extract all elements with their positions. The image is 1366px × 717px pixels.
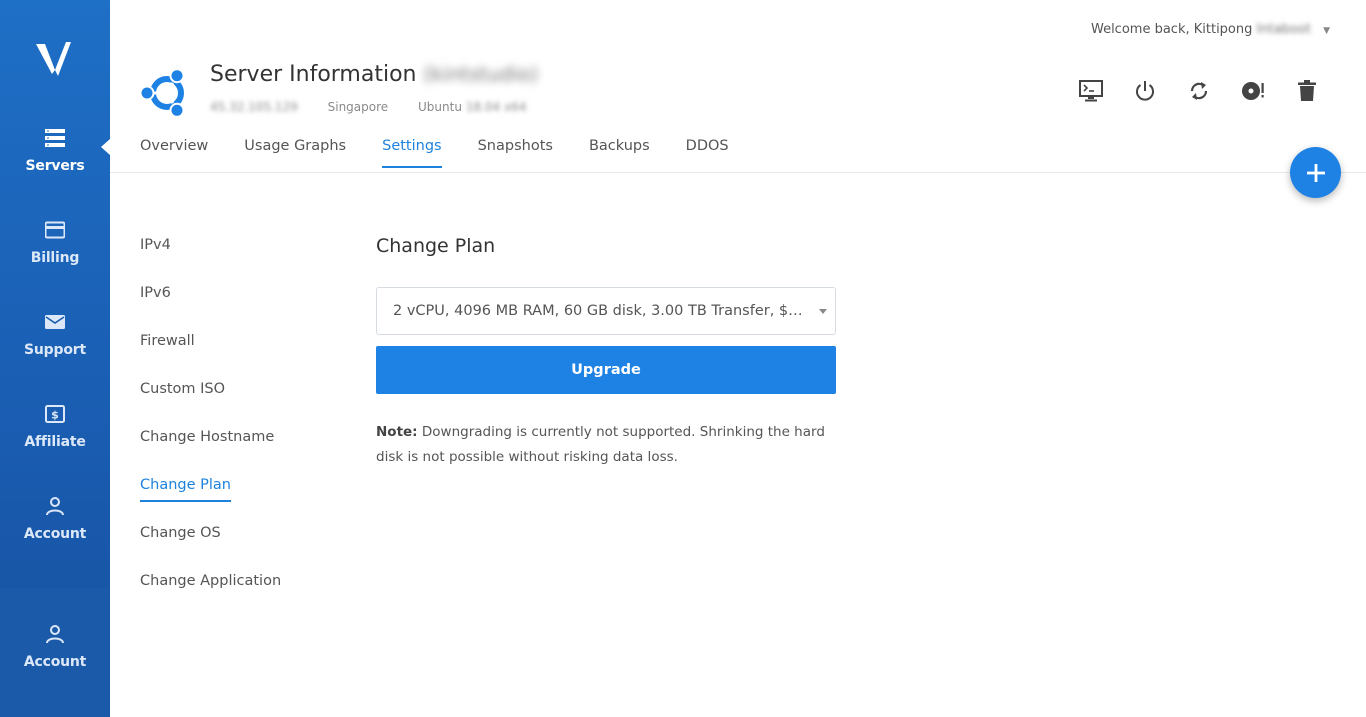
page-title-text: Server Information bbox=[210, 62, 417, 87]
server-ip: 45.32.105.129 bbox=[210, 100, 298, 114]
sidebar-item-label: Account bbox=[23, 654, 87, 670]
brand-v-icon bbox=[36, 42, 71, 76]
settings-item-firewall[interactable]: Firewall bbox=[140, 328, 281, 376]
settings-item-label: Change Hostname bbox=[140, 429, 275, 445]
user-icon bbox=[46, 625, 64, 644]
settings-item-label: Change Application bbox=[140, 573, 282, 589]
user-icon bbox=[46, 497, 64, 516]
power-button[interactable] bbox=[1132, 78, 1158, 104]
server-tabs: Overview Usage Graphs Settings Snapshots… bbox=[140, 138, 765, 168]
sidebar-item-support[interactable]: Support bbox=[0, 312, 110, 392]
welcome-surname: Intaboot bbox=[1256, 22, 1311, 37]
change-plan-title: Change Plan bbox=[376, 235, 496, 257]
disk-reinstall-icon bbox=[1242, 82, 1264, 100]
sidebar-bottom: Account bbox=[0, 588, 110, 717]
page-title: Server Information (kintstudio) bbox=[210, 62, 538, 87]
power-icon bbox=[1136, 81, 1154, 101]
restart-icon bbox=[1190, 82, 1208, 100]
servers-icon bbox=[45, 129, 65, 147]
settings-item-change-os[interactable]: Change OS bbox=[140, 520, 281, 568]
sidebar-item-account[interactable]: Account bbox=[0, 496, 110, 576]
chevron-down-icon bbox=[819, 309, 827, 314]
settings-item-change-plan[interactable]: Change Plan bbox=[140, 472, 281, 520]
user-menu[interactable]: Welcome back, Kittipong Intaboot ▼ bbox=[1091, 22, 1330, 37]
dollar-bill-icon: $ bbox=[45, 405, 65, 423]
settings-item-custom-iso[interactable]: Custom ISO bbox=[140, 376, 281, 424]
envelope-icon bbox=[45, 315, 65, 329]
server-location: Singapore bbox=[327, 100, 389, 114]
console-icon bbox=[1079, 80, 1103, 102]
settings-item-label: Change OS bbox=[140, 525, 221, 541]
sidebar-item-affiliate[interactable]: $ Affiliate bbox=[0, 404, 110, 484]
sidebar-item-servers[interactable]: Servers bbox=[0, 128, 110, 208]
brand-logo[interactable] bbox=[33, 36, 77, 80]
server-actions bbox=[1078, 78, 1320, 104]
welcome-text: Welcome back, Kittipong bbox=[1090, 22, 1253, 37]
server-os-version: 18.04 x64 bbox=[465, 100, 527, 114]
sidebar-item-label: Affiliate bbox=[24, 434, 86, 450]
plan-select-value: 2 vCPU, 4096 MB RAM, 60 GB disk, 3.00 TB… bbox=[393, 303, 836, 319]
tab-usage-graphs[interactable]: Usage Graphs bbox=[244, 138, 346, 168]
plan-note: Note: Downgrading is currently not suppo… bbox=[376, 420, 836, 470]
credit-card-icon bbox=[45, 221, 65, 239]
settings-item-ipv4[interactable]: IPv4 bbox=[140, 232, 281, 280]
settings-item-change-hostname[interactable]: Change Hostname bbox=[140, 424, 281, 472]
ubuntu-logo-icon bbox=[140, 68, 185, 118]
plan-select[interactable]: 2 vCPU, 4096 MB RAM, 60 GB disk, 3.00 TB… bbox=[376, 287, 836, 335]
deploy-server-button[interactable] bbox=[1290, 147, 1341, 198]
app-root: Servers Billing Support $ Affiliate Acco… bbox=[0, 0, 1366, 717]
sidebar-item-label: Servers bbox=[25, 158, 85, 174]
server-name: (kintstudio) bbox=[423, 62, 539, 86]
note-text: Downgrading is currently not supported. … bbox=[376, 424, 825, 465]
trash-icon bbox=[1298, 80, 1316, 101]
settings-item-ipv6[interactable]: IPv6 bbox=[140, 280, 281, 328]
tab-settings[interactable]: Settings bbox=[382, 138, 442, 168]
server-os: Ubuntu 18.04 x64 bbox=[418, 100, 526, 114]
settings-item-label: IPv6 bbox=[140, 285, 171, 301]
reinstall-button[interactable] bbox=[1240, 78, 1266, 104]
settings-menu: IPv4 IPv6 Firewall Custom ISO Change Hos… bbox=[140, 232, 281, 616]
note-label: Note: bbox=[376, 424, 418, 440]
svg-text:$: $ bbox=[51, 409, 59, 422]
sidebar-bottom-account[interactable]: Account bbox=[0, 624, 110, 704]
settings-item-label: Custom ISO bbox=[140, 381, 226, 397]
tab-divider bbox=[110, 172, 1366, 173]
restart-button[interactable] bbox=[1186, 78, 1212, 104]
sidebar-item-label: Billing bbox=[30, 250, 80, 266]
sidebar: Servers Billing Support $ Affiliate Acco… bbox=[0, 0, 110, 717]
sidebar-item-billing[interactable]: Billing bbox=[0, 220, 110, 300]
sidebar-item-label: Support bbox=[24, 342, 86, 358]
destroy-button[interactable] bbox=[1294, 78, 1320, 104]
tab-ddos[interactable]: DDOS bbox=[686, 138, 729, 168]
upgrade-button[interactable]: Upgrade bbox=[376, 346, 836, 394]
settings-item-change-application[interactable]: Change Application bbox=[140, 568, 281, 616]
server-os-name: Ubuntu bbox=[418, 100, 462, 114]
chevron-down-icon: ▼ bbox=[1323, 26, 1330, 36]
tab-snapshots[interactable]: Snapshots bbox=[478, 138, 553, 168]
settings-item-label: Firewall bbox=[140, 333, 195, 349]
plus-icon bbox=[1306, 163, 1325, 182]
tab-backups[interactable]: Backups bbox=[589, 138, 650, 168]
settings-item-label: IPv4 bbox=[140, 237, 171, 253]
server-meta: 45.32.105.129 Singapore Ubuntu 18.04 x64 bbox=[210, 100, 552, 114]
console-button[interactable] bbox=[1078, 78, 1104, 104]
tab-overview[interactable]: Overview bbox=[140, 138, 208, 168]
sidebar-item-label: Account bbox=[23, 526, 87, 542]
settings-item-label: Change Plan bbox=[140, 474, 231, 502]
active-caret bbox=[101, 139, 110, 155]
